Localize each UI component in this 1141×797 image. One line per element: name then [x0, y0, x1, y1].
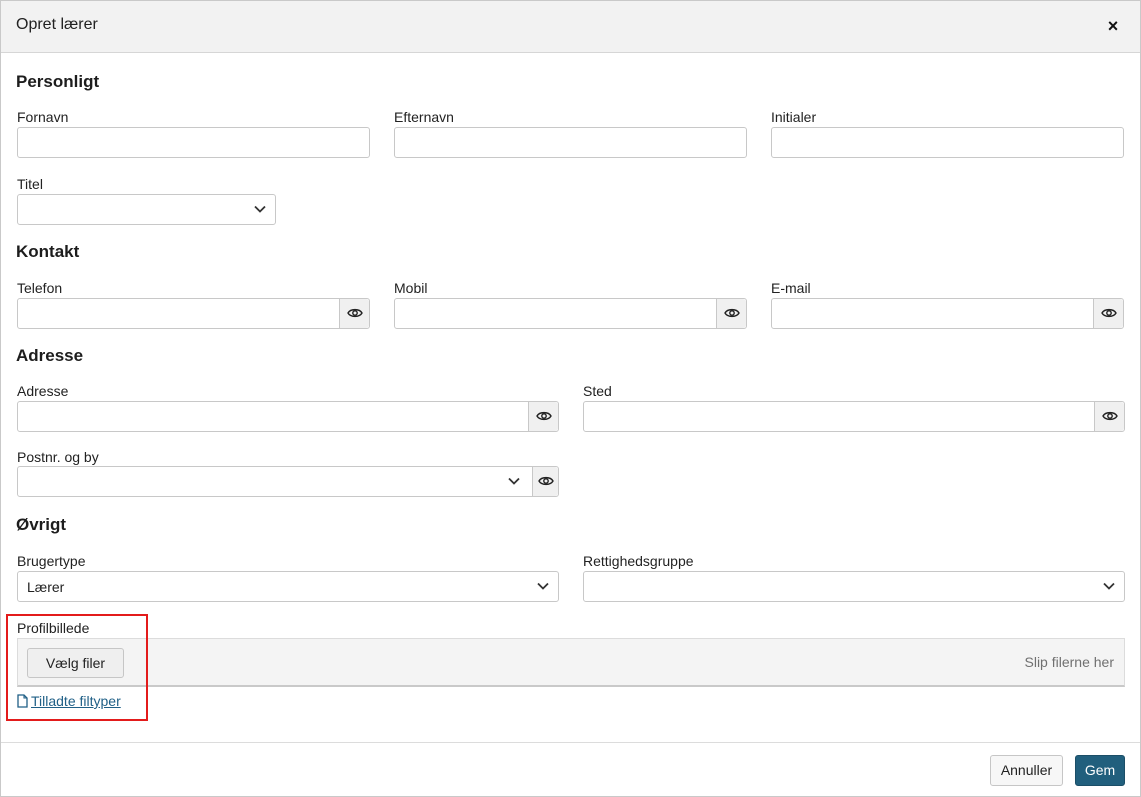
- chevron-down-icon: [537, 582, 549, 590]
- eye-icon: [347, 308, 363, 318]
- section-title-personal: Personligt: [16, 72, 100, 91]
- last-name-label: Efternavn: [394, 109, 454, 125]
- title-label: Titel: [17, 176, 43, 192]
- phone-label: Telefon: [17, 280, 63, 296]
- initials-label: Initialer: [771, 109, 817, 125]
- close-icon[interactable]: ×: [1102, 14, 1124, 38]
- phone-visibility-toggle[interactable]: [339, 299, 369, 328]
- initials-input[interactable]: [771, 127, 1124, 158]
- first-name-input[interactable]: [17, 127, 370, 158]
- place-visibility-toggle[interactable]: [1094, 402, 1124, 431]
- file-drop-zone[interactable]: Vælg filer Slip filerne her: [17, 638, 1125, 687]
- cancel-button[interactable]: Annuller: [990, 755, 1063, 786]
- permission-group-label: Rettighedsgruppe: [583, 553, 694, 569]
- section-title-address: Adresse: [16, 346, 84, 365]
- eye-icon: [536, 411, 552, 421]
- dialog-header: Opret lærer ×: [1, 1, 1140, 53]
- chevron-down-icon: [254, 205, 266, 213]
- eye-icon: [724, 308, 740, 318]
- mobile-input[interactable]: [394, 298, 747, 329]
- create-teacher-dialog: Opret lærer × Personligt Fornavn Efterna…: [0, 0, 1141, 797]
- first-name-label: Fornavn: [17, 109, 69, 125]
- user-type-select[interactable]: Lærer: [17, 571, 559, 602]
- chevron-down-icon: [1103, 582, 1115, 590]
- email-label: E-mail: [771, 280, 811, 296]
- permission-group-select[interactable]: [583, 571, 1125, 602]
- postal-city-visibility-toggle[interactable]: [532, 467, 558, 496]
- section-title-contact: Kontakt: [16, 242, 80, 261]
- address-label: Adresse: [17, 383, 69, 399]
- chevron-down-icon: [508, 477, 520, 485]
- footer-divider: [1, 742, 1140, 743]
- phone-input[interactable]: [17, 298, 370, 329]
- email-visibility-toggle[interactable]: [1093, 299, 1123, 328]
- user-type-label: Brugertype: [17, 553, 86, 569]
- user-type-value: Lærer: [27, 579, 65, 595]
- title-select[interactable]: [17, 194, 276, 225]
- dialog-title: Opret lærer: [16, 16, 98, 33]
- drop-hint: Slip filerne her: [1024, 654, 1115, 670]
- mobile-visibility-toggle[interactable]: [716, 299, 746, 328]
- eye-icon: [1101, 308, 1117, 318]
- place-input[interactable]: [583, 401, 1125, 432]
- address-visibility-toggle[interactable]: [528, 402, 558, 431]
- postal-city-select[interactable]: [17, 466, 559, 497]
- eye-icon: [538, 476, 554, 486]
- email-input[interactable]: [771, 298, 1124, 329]
- postal-city-label: Postnr. og by: [17, 449, 99, 465]
- mobile-label: Mobil: [394, 280, 428, 296]
- place-label: Sted: [583, 383, 612, 399]
- eye-icon: [1102, 411, 1118, 421]
- save-button[interactable]: Gem: [1075, 755, 1125, 786]
- highlight-box: [6, 614, 148, 721]
- section-title-other: Øvrigt: [16, 515, 67, 534]
- last-name-input[interactable]: [394, 127, 747, 158]
- address-input[interactable]: [17, 401, 559, 432]
